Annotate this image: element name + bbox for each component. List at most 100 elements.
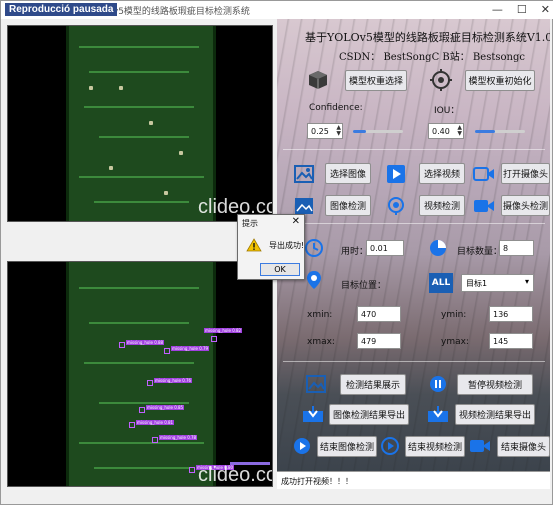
pause-icon (427, 373, 449, 395)
maximize-button[interactable]: ☐ (517, 3, 527, 16)
detection-box (211, 336, 217, 342)
detection-box (129, 422, 135, 428)
detection-label: missing_hole 0.79 (171, 346, 210, 351)
export-success-dialog: 提示 ✕ 导出成功! OK (237, 214, 305, 280)
iou-spinbox[interactable]: 0.40 ▲ ▼ (428, 123, 464, 139)
dialog-close-button[interactable]: ✕ (292, 216, 300, 227)
video-file-icon (385, 163, 407, 185)
end-video-detect-button[interactable]: 结束视频检测 (405, 436, 465, 457)
detection-box (139, 407, 145, 413)
title-bar: 基于YOLOv5模型的线路板瑕疵目标检测系统 Reproducció pausa… (1, 1, 553, 19)
end-camera-icon (469, 435, 491, 457)
spin-arrows-icon[interactable]: ▲ ▼ (336, 125, 341, 137)
confidence-spinbox[interactable]: 0.25 ▲ ▼ (307, 123, 343, 139)
image-detect-button[interactable]: 图像检测 (325, 195, 371, 216)
select-video-button[interactable]: 选择视频 (419, 163, 465, 184)
iou-value: 0.40 (432, 126, 450, 136)
detection-box (164, 348, 170, 354)
detection-box (119, 342, 125, 348)
all-icon: ALL (429, 273, 453, 293)
pie-chart-icon (427, 237, 449, 259)
image-area: clideo.com missing_hole 0.88 missing_hol… (7, 25, 273, 487)
count-label: 目标数量： (457, 247, 503, 257)
pcb-image-original (66, 26, 216, 221)
divider (283, 223, 545, 224)
spin-arrows-icon[interactable]: ▲ ▼ (457, 125, 462, 137)
export-image-results-button[interactable]: 图像检测结果导出 (329, 404, 409, 425)
close-button[interactable]: ✕ (541, 3, 550, 16)
target-select[interactable]: 目标1 ▾ (461, 274, 534, 292)
ymax-field[interactable]: 145 (489, 333, 533, 349)
location-pin-icon (303, 269, 325, 291)
confidence-slider[interactable] (353, 130, 403, 133)
open-camera-button[interactable]: 打开摄像头 (501, 163, 550, 184)
iou-slider-fill (475, 130, 495, 133)
target-select-value: 目标1 (466, 278, 488, 288)
ymin-label: ymin: (441, 310, 467, 320)
init-weights-button[interactable]: 模型权重初始化 (465, 70, 535, 91)
detection-box (147, 380, 153, 386)
export-video-results-button[interactable]: 视频检测结果导出 (455, 404, 535, 425)
iou-label: IOU： (434, 106, 460, 116)
ok-button[interactable]: OK (260, 263, 300, 276)
warning-icon (246, 237, 262, 256)
detection-label: missing_hole 0.76 (154, 378, 193, 383)
detection-image-panel: missing_hole 0.88 missing_hole 0.79 miss… (7, 261, 273, 487)
playback-paused-badge: Reproducció pausada (5, 3, 118, 16)
cube-icon (307, 69, 329, 91)
select-weights-button[interactable]: 模型权重选择 (345, 70, 407, 91)
xmax-label: xmax: (307, 337, 335, 347)
camera-detect-button[interactable]: 摄像头检测 (501, 195, 550, 216)
detection-label: missing_hole 0.88 (126, 340, 165, 345)
original-image-panel: clideo.com (7, 25, 273, 222)
main-window: 基于YOLOv5模型的线路板瑕疵目标检测系统 Reproducció pausa… (0, 0, 553, 505)
ymin-field[interactable]: 136 (489, 306, 533, 322)
control-panel: 基于YOLOv5模型的线路板瑕疵目标检测系统V1.0 CSDN： BestSon… (277, 19, 550, 489)
confidence-slider-fill (353, 130, 366, 133)
video-camera-icon (473, 195, 495, 217)
detection-label: missing_hole 0.81 (136, 420, 175, 425)
xmin-label: xmin: (307, 310, 333, 320)
webcam-icon (385, 195, 407, 217)
target-icon (430, 69, 452, 91)
detection-box (189, 467, 195, 473)
site-watermark: @稀土掘金技术社区 (421, 479, 511, 490)
export-image-icon (302, 403, 324, 425)
camera-icon (473, 163, 495, 185)
pcb-image-detected: missing_hole 0.88 missing_hole 0.79 miss… (66, 262, 243, 486)
detection-label: missing_hole 0.78 (159, 435, 198, 440)
time-label: 用时： (341, 247, 369, 257)
detection-box (152, 437, 158, 443)
dialog-message: 导出成功! (269, 241, 305, 250)
pause-video-button[interactable]: 暂停视频检测 (457, 374, 533, 395)
end-image-detect-button[interactable]: 结束图像检测 (317, 436, 377, 457)
iou-slider[interactable] (475, 130, 525, 133)
show-results-button[interactable]: 检测结果展示 (340, 374, 406, 395)
image-icon (293, 163, 315, 185)
watermark-bottom: clideo.com (198, 464, 272, 486)
clock-icon (303, 237, 325, 259)
divider (283, 149, 545, 150)
app-title: 基于YOLOv5模型的线路板瑕疵目标检测系统V1.0 (305, 31, 550, 44)
export-video-icon (427, 403, 449, 425)
count-field[interactable]: 8 (499, 240, 534, 256)
results-image-icon (305, 373, 327, 395)
end-camera-button[interactable]: 结束摄像头 (497, 436, 550, 457)
xmax-field[interactable]: 479 (357, 333, 401, 349)
position-label: 目标位置： (341, 281, 387, 291)
minimize-button[interactable]: — (492, 3, 503, 16)
detection-label: missing_hole 0.82 (204, 328, 243, 333)
confidence-label: Confidence: (309, 103, 363, 113)
chevron-down-icon[interactable]: ▾ (525, 277, 529, 286)
time-field[interactable]: 0.01 (366, 240, 404, 256)
end-image-icon (291, 435, 313, 457)
video-detect-button[interactable]: 视频检测 (419, 195, 465, 216)
author-info: CSDN： BestSongC B站： Bestsongc (339, 52, 525, 63)
divider (283, 361, 545, 362)
detection-label: missing_hole 0.85 (146, 405, 185, 410)
select-image-button[interactable]: 选择图像 (325, 163, 371, 184)
end-video-icon (379, 435, 401, 457)
confidence-value: 0.25 (311, 126, 329, 136)
ymax-label: ymax: (441, 337, 469, 347)
xmin-field[interactable]: 470 (357, 306, 401, 322)
